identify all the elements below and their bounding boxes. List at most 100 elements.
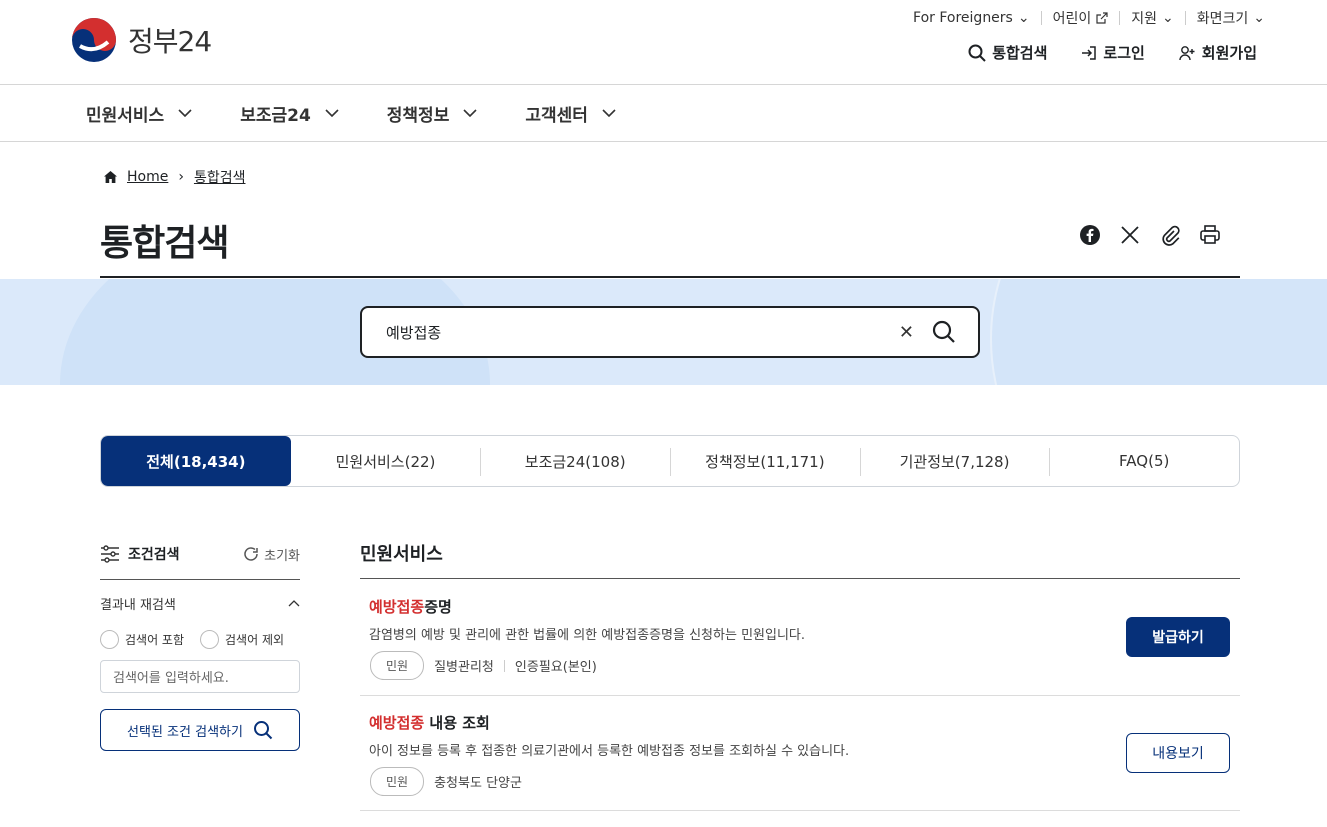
logo-text: 정부24	[128, 25, 212, 58]
main-nav: 민원서비스 보조금24 정책정보 고객센터	[86, 85, 616, 141]
nav-item-subsidy[interactable]: 보조금24	[240, 101, 339, 126]
banner-decoration	[990, 279, 1327, 385]
chevron-down-icon: ⌄	[1162, 10, 1174, 26]
refresh-icon	[244, 547, 258, 561]
home-icon	[104, 171, 117, 183]
util-screen-size[interactable]: 화면크기 ⌄	[1186, 8, 1265, 28]
share-tools	[1079, 224, 1221, 246]
keyword-mode: 검색어 포함 검색어 제외	[100, 630, 300, 649]
sliders-icon	[101, 545, 119, 563]
util-kids[interactable]: 어린이	[1042, 8, 1120, 28]
chevron-up-icon	[288, 600, 300, 607]
result-meta: 민원 충청북도 단양군	[370, 767, 522, 796]
section-divider	[360, 578, 1240, 579]
apply-filter-button[interactable]: 선택된 조건 검색하기	[100, 709, 300, 751]
util-label: 지원	[1131, 11, 1157, 27]
nav-item-civil-service[interactable]: 민원서비스	[86, 101, 192, 126]
result-title[interactable]: 예방접종증명	[369, 596, 452, 617]
header-actions: 통합검색 로그인 회원가입	[968, 42, 1257, 63]
taegeuk-logo-icon	[72, 18, 116, 62]
filter-panel: 조건검색 초기화 결과내 재검색 검색어 포함 검색어 제외 검색어를 입력하세…	[100, 540, 300, 751]
title-divider	[100, 276, 1240, 278]
result-meta: 민원 질병관리청 인증필요(본인)	[370, 651, 597, 680]
tab-faq[interactable]: FAQ(5)	[1049, 436, 1239, 486]
clip-icon[interactable]	[1159, 224, 1181, 246]
page-title: 통합검색	[100, 223, 229, 264]
radio-include[interactable]: 검색어 포함	[100, 630, 184, 649]
x-twitter-icon[interactable]	[1119, 224, 1141, 246]
util-support[interactable]: 지원 ⌄	[1120, 8, 1185, 28]
login-button[interactable]: 로그인	[1081, 42, 1145, 63]
nav-label: 민원서비스	[86, 105, 165, 126]
view-button[interactable]: 내용보기	[1126, 733, 1230, 773]
radio-exclude[interactable]: 검색어 제외	[200, 630, 284, 649]
chevron-down-icon	[325, 109, 339, 117]
tab-all[interactable]: 전체(18,434)	[101, 436, 291, 486]
result-title-highlight: 예방접종	[369, 714, 425, 732]
chevron-right-icon: ›	[178, 169, 184, 185]
facebook-icon[interactable]	[1079, 224, 1101, 246]
result-auth: 인증필요(본인)	[514, 660, 597, 675]
print-icon[interactable]	[1199, 224, 1221, 246]
integrated-search-button[interactable]: 통합검색	[968, 42, 1047, 63]
radio-label: 검색어 제외	[225, 633, 285, 647]
apply-filter-label: 선택된 조건 검색하기	[127, 724, 243, 740]
breadcrumb-current[interactable]: 통합검색	[194, 167, 246, 187]
signup-button[interactable]: 회원가입	[1179, 42, 1257, 63]
tab-policy[interactable]: 정책정보(11,171)	[670, 436, 860, 486]
tab-civil-service[interactable]: 민원서비스(22)	[291, 436, 481, 486]
search-icon[interactable]	[932, 320, 956, 344]
nav-label: 보조금24	[240, 105, 311, 126]
result-description: 감염병의 예방 및 관리에 관한 법률에 의한 예방접종증명을 신청하는 민원입…	[369, 628, 806, 643]
result-description: 아이 정보를 등록 후 접종한 의료기관에서 등록한 예방접종 정보를 조회하실…	[369, 744, 850, 759]
divider	[503, 659, 505, 672]
refine-search-toggle[interactable]: 결과내 재검색	[100, 594, 300, 613]
clear-icon[interactable]: ✕	[899, 322, 914, 343]
nav-item-customer-center[interactable]: 고객센터	[525, 101, 616, 126]
result-item: 예방접종 내용 조회 아이 정보를 등록 후 접종한 의료기관에서 등록한 예방…	[360, 696, 1240, 811]
refine-search-input[interactable]: 검색어를 입력하세요.	[100, 660, 300, 693]
breadcrumb-home[interactable]: Home	[127, 169, 168, 185]
chevron-down-icon: ⌄	[1253, 10, 1265, 26]
signup-label: 회원가입	[1201, 44, 1257, 62]
issue-button[interactable]: 발급하기	[1126, 617, 1230, 657]
util-label: 어린이	[1052, 11, 1092, 27]
search-input[interactable]: 예방접종	[386, 322, 899, 343]
external-link-icon	[1096, 12, 1108, 24]
site-logo[interactable]: 정부24	[70, 16, 212, 64]
nav-label: 정책정보	[386, 105, 450, 126]
tab-subsidy[interactable]: 보조금24(108)	[480, 436, 670, 486]
reset-button[interactable]: 초기화	[243, 545, 300, 564]
util-label: For Foreigners	[913, 10, 1013, 26]
nav-label: 고객센터	[525, 105, 588, 126]
login-icon	[1082, 45, 1097, 60]
chevron-down-icon	[463, 109, 477, 117]
chevron-down-icon	[178, 109, 192, 117]
add-user-icon	[1179, 45, 1195, 60]
chevron-down-icon: ⌄	[1017, 10, 1030, 26]
radio-circle	[200, 630, 220, 649]
tab-agency[interactable]: 기관정보(7,128)	[859, 436, 1050, 486]
nav-item-policy[interactable]: 정책정보	[387, 101, 478, 126]
result-title-highlight: 예방접종	[369, 598, 425, 616]
result-title-rest: 내용 조회	[424, 714, 490, 732]
result-title-rest: 증명	[424, 598, 452, 616]
reset-label: 초기화	[264, 548, 300, 564]
result-title[interactable]: 예방접종 내용 조회	[369, 712, 490, 733]
util-label: 화면크기	[1196, 11, 1249, 27]
filter-header: 조건검색 초기화	[100, 540, 300, 568]
radio-label: 검색어 포함	[125, 633, 185, 647]
util-for-foreigners[interactable]: For Foreigners ⌄	[902, 10, 1041, 26]
radio-circle	[100, 630, 119, 649]
chevron-down-icon	[602, 109, 616, 117]
result-agency: 충청북도 단양군	[434, 776, 522, 791]
result-tabs: 전체(18,434) 민원서비스(22) 보조금24(108) 정책정보(11,…	[100, 435, 1240, 487]
result-item: 예방접종증명 감염병의 예방 및 관리에 관한 법률에 의한 예방접종증명을 신…	[360, 580, 1240, 696]
search-icon	[968, 44, 986, 62]
category-badge: 민원	[370, 767, 425, 796]
search-box[interactable]: 예방접종 ✕	[360, 306, 980, 358]
nav-divider	[0, 141, 1327, 142]
login-label: 로그인	[1103, 44, 1145, 62]
utility-menu: For Foreigners ⌄ 어린이 지원 ⌄ 화면크기 ⌄	[902, 8, 1265, 28]
refine-search-label: 결과내 재검색	[100, 598, 176, 613]
